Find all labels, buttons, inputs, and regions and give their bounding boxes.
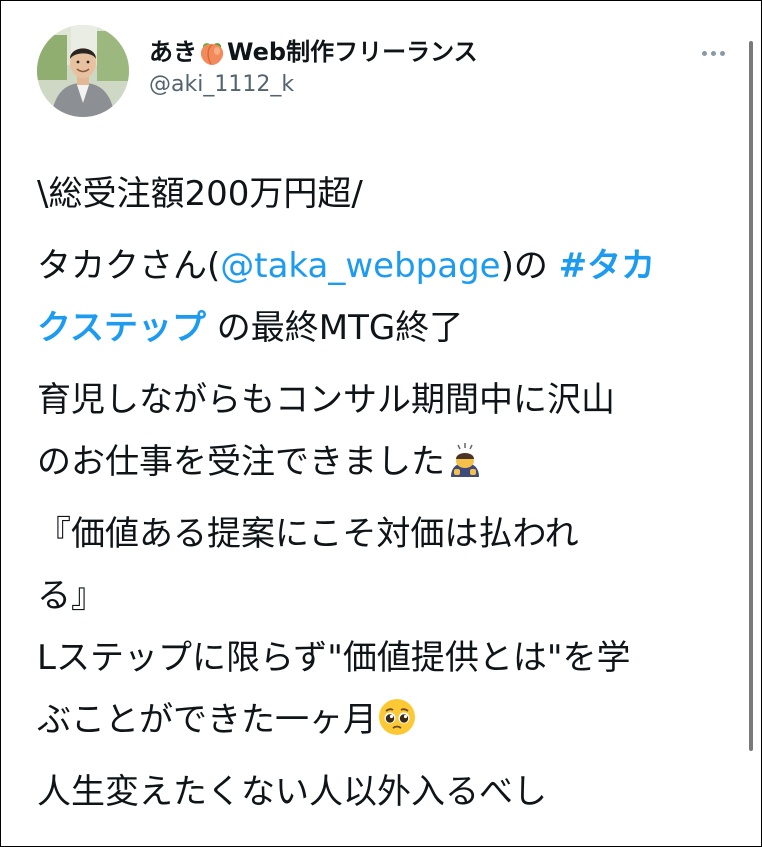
- more-dot: [711, 51, 716, 56]
- tweet-line: のお仕事を受注できました: [37, 431, 737, 493]
- hashtag-link[interactable]: クステップ: [37, 308, 206, 348]
- hashtag-link[interactable]: #タカ: [559, 246, 656, 286]
- tweet-text-segment: のお仕事を受注できました: [37, 442, 445, 482]
- mention-link[interactable]: @taka_webpage: [220, 246, 500, 286]
- tweet-card: あき Web制作フリーランス @aki_1112_k \総受注額200万円超/ …: [0, 0, 762, 847]
- display-name-suffix: Web制作フリーランス: [227, 38, 478, 66]
- peach-emoji-icon: [200, 43, 224, 65]
- tweet-text-segment: の最終MTG終了: [205, 308, 464, 348]
- tweet-line: る』: [37, 576, 105, 616]
- tweet-line: Lステップに限らず"価値提供とは"を学: [37, 638, 631, 678]
- author-handle[interactable]: @aki_1112_k: [149, 70, 478, 100]
- tweet-line: ぶことができた一ヶ月: [37, 689, 737, 751]
- tweet-line: 『価値ある提案にこそ対価は払われ: [37, 514, 579, 554]
- tweet-line: 育児しながらもコンサル期間中に沢山: [37, 380, 615, 420]
- avatar-photo: [37, 25, 129, 117]
- tweet-text-segment: )の: [500, 246, 559, 286]
- bowing-person-emoji-icon: [451, 443, 479, 477]
- scrollbar[interactable]: [749, 41, 753, 751]
- pleading-face-emoji-icon: [379, 699, 415, 735]
- more-dot: [702, 51, 707, 56]
- more-horizontal-icon[interactable]: [702, 51, 725, 56]
- tweet-text: \総受注額200万円超/ タカクさん(@taka_webpage)の #タカ ク…: [37, 163, 737, 823]
- display-name-prefix: あき: [149, 38, 197, 66]
- tweet-line: 人生変えたくない人以外入るべし: [37, 772, 547, 812]
- tweet-text-segment: タカクさん(: [37, 246, 221, 286]
- tweet-header: あき Web制作フリーランス @aki_1112_k: [37, 25, 478, 117]
- display-name[interactable]: あき Web制作フリーランス: [149, 36, 478, 68]
- avatar[interactable]: [37, 25, 129, 117]
- tweet-text-segment: ぶことができた一ヶ月: [37, 700, 377, 740]
- tweet-line: タカクさん(@taka_webpage)の #タカ: [37, 235, 737, 297]
- author-info: あき Web制作フリーランス @aki_1112_k: [149, 36, 478, 100]
- more-dot: [720, 51, 725, 56]
- tweet-line: \総受注額200万円超/: [37, 174, 363, 214]
- tweet-line: クステップ の最終MTG終了: [37, 297, 737, 359]
